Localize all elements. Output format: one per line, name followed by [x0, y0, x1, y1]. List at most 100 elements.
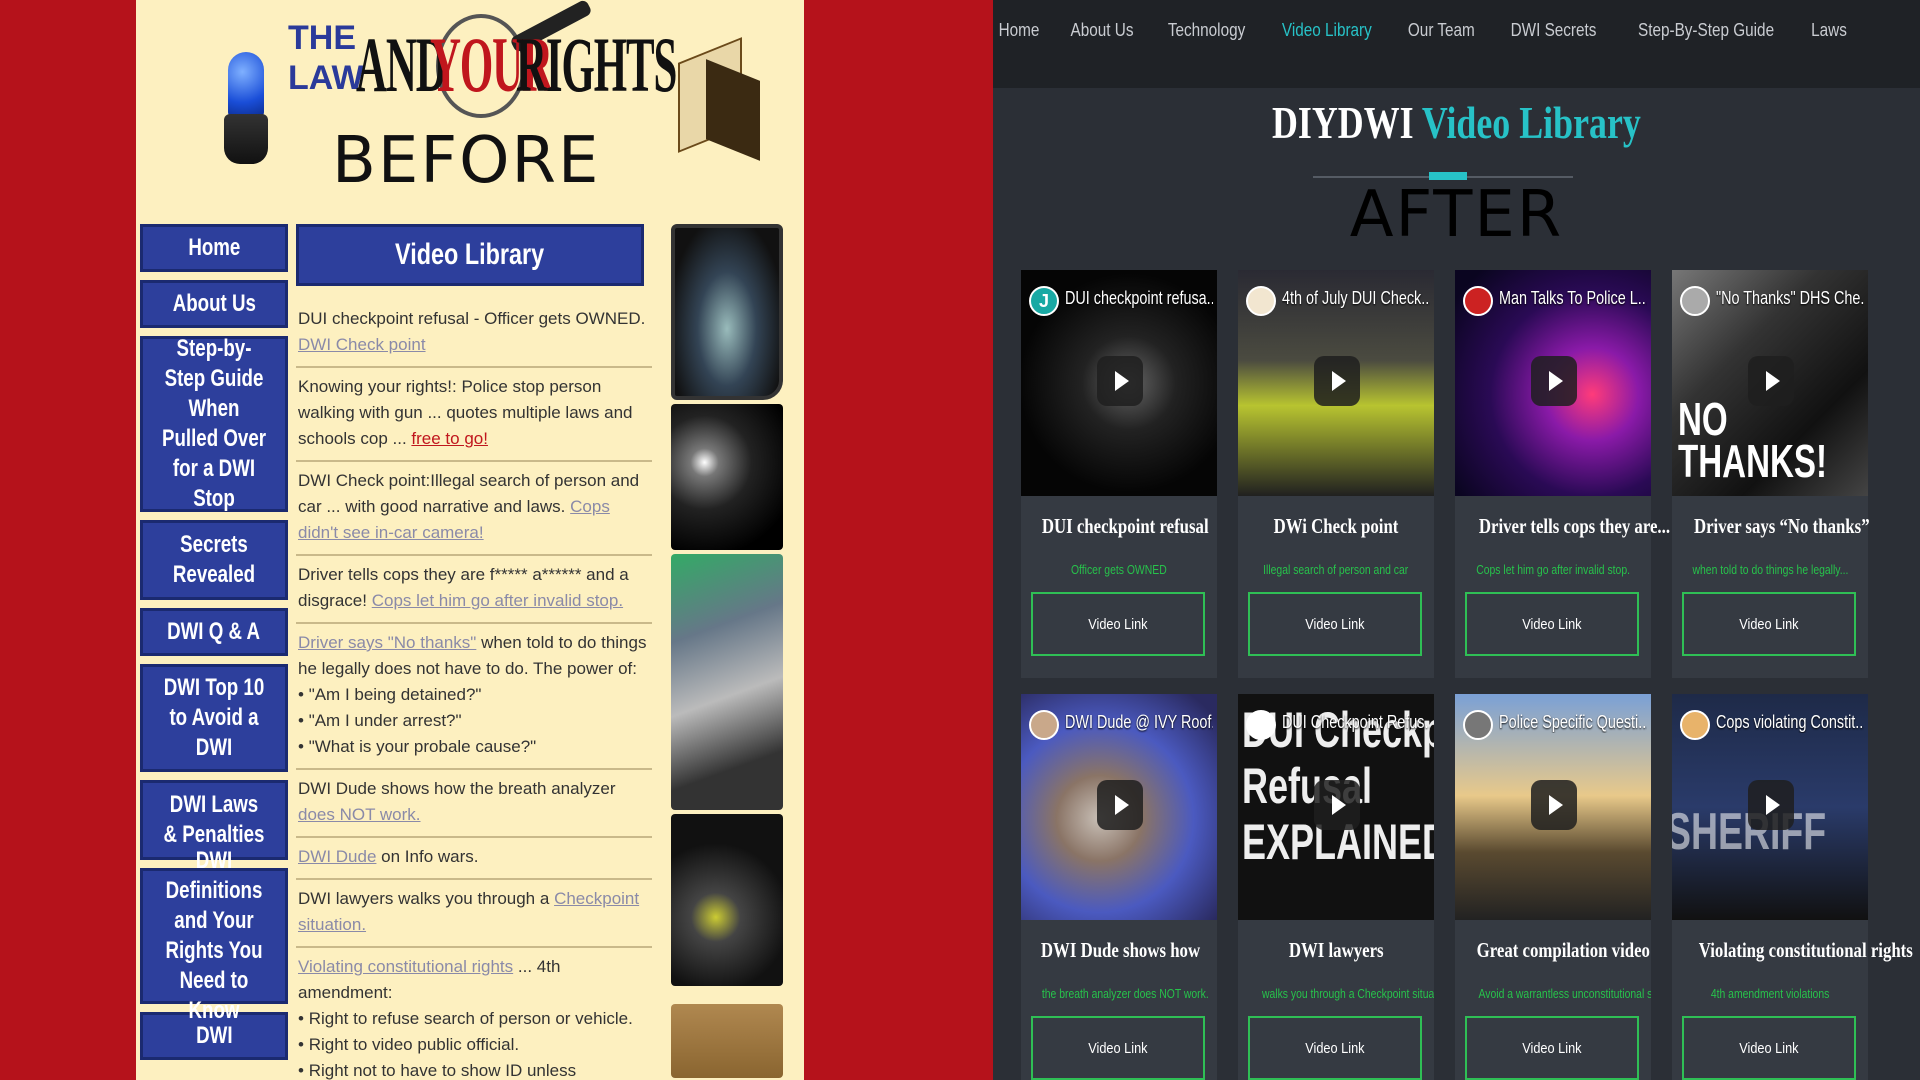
video-thumbnail[interactable]: 4th of July DUI Check...: [1238, 270, 1434, 496]
video-card: Police Specific Questi... Great compilat…: [1455, 694, 1651, 1080]
video-link[interactable]: DWI Dude: [298, 847, 376, 866]
card-title: Great compilation video: [1476, 938, 1650, 962]
page-title: DIYDWI Video Library: [1272, 97, 1641, 148]
channel-avatar: [1680, 286, 1710, 316]
nav-technology[interactable]: Technology: [1168, 20, 1245, 41]
channel-avatar: [1680, 710, 1710, 740]
play-icon[interactable]: [1531, 780, 1577, 830]
channel-avatar: [1246, 286, 1276, 316]
bullet-item: "Am I under arrest?": [298, 708, 650, 734]
video-link-button[interactable]: Video Link: [1465, 592, 1639, 656]
top-nav-bar: Home About Us Technology Video Library O…: [993, 0, 1920, 88]
play-icon[interactable]: [1748, 780, 1794, 830]
nav-our-team[interactable]: Our Team: [1408, 20, 1475, 41]
video-grid: J DUI checkpoint refusa... DUI checkpoin…: [1021, 270, 1913, 1080]
card-subtitle: Cops let him go after invalid stop.: [1476, 562, 1630, 577]
officers-photo: [671, 814, 783, 986]
top-nav: Home About Us Technology Video Library O…: [995, 20, 1850, 41]
video-link[interactable]: does NOT work.: [298, 805, 421, 824]
channel-avatar: J: [1029, 286, 1059, 316]
video-title: DWI Dude @ IVY Roof...: [1065, 712, 1213, 732]
channel-avatar: [1246, 710, 1276, 740]
video-card: "No Thanks" DHS Che... NO THANKS! Driver…: [1672, 270, 1870, 678]
video-card: DWI Dude @ IVY Roof... DWI Dude shows ho…: [1021, 694, 1217, 1080]
old-nav-definitions[interactable]: DWI Definitions and Your Rights You Need…: [140, 847, 288, 1024]
video-link-button[interactable]: Video Link: [1248, 1016, 1422, 1080]
nav-about-us[interactable]: About Us: [1071, 20, 1134, 41]
video-card: J DUI checkpoint refusa... DUI checkpoin…: [1021, 270, 1217, 678]
police-stop-photo: [671, 554, 783, 810]
bullet-item: Right not to have to show ID unless susp…: [298, 1058, 650, 1080]
video-thumbnail[interactable]: "No Thanks" DHS Che... NO THANKS!: [1672, 270, 1868, 496]
play-icon[interactable]: [1314, 356, 1360, 406]
video-thumbnail[interactable]: DUI Checkpoint Refusal EXPLAINED DUI Che…: [1238, 694, 1434, 920]
list-item: DWI Check point:Illegal search of person…: [296, 462, 652, 556]
card-title: Violating constitutional rights: [1698, 938, 1913, 962]
old-nav-about[interactable]: About Us: [140, 280, 288, 328]
list-item: DWI lawyers walks you through a Checkpoi…: [296, 880, 652, 948]
video-link-button[interactable]: Video Link: [1248, 592, 1422, 656]
video-link[interactable]: DWI Check point: [298, 335, 426, 354]
nav-video-library[interactable]: Video Library: [1282, 20, 1372, 41]
video-card: SHERIFF Cops violating Constit... Violat…: [1672, 694, 1913, 1080]
card-title: DWI Dude shows how: [1040, 938, 1201, 962]
video-title: 4th of July DUI Check...: [1282, 288, 1430, 308]
site-logo[interactable]: THE LAW AND YOUR RIGHTS: [288, 0, 677, 124]
nav-home[interactable]: Home: [999, 20, 1040, 41]
bullet-item: "What is your probale cause?": [298, 734, 650, 760]
old-photo-column: [671, 224, 783, 1080]
nav-laws[interactable]: Laws: [1811, 20, 1847, 41]
nav-dwi-secrets[interactable]: DWI Secrets: [1510, 20, 1596, 41]
video-link[interactable]: Violating constitutional rights: [298, 957, 513, 976]
video-link[interactable]: Cops let him go after invalid stop.: [372, 591, 623, 610]
play-icon[interactable]: [1097, 780, 1143, 830]
card-subtitle: Officer gets OWNED: [1071, 562, 1167, 577]
channel-avatar: [1029, 710, 1059, 740]
channel-avatar: [1463, 710, 1493, 740]
video-link-button[interactable]: Video Link: [1031, 1016, 1205, 1080]
video-thumbnail[interactable]: SHERIFF Cops violating Constit...: [1672, 694, 1868, 920]
card-title: DWI lawyers: [1288, 938, 1384, 962]
video-link-button[interactable]: Video Link: [1031, 592, 1205, 656]
old-nav-step-by-step[interactable]: Step-by-Step Guide When Pulled Over for …: [140, 335, 288, 512]
video-card: 4th of July DUI Check... DWi Check point…: [1238, 270, 1434, 678]
video-thumbnail[interactable]: Man Talks To Police L...: [1455, 270, 1651, 496]
video-link-button[interactable]: Video Link: [1682, 1016, 1856, 1080]
mirror-photo: [671, 224, 783, 400]
video-title: "No Thanks" DHS Che...: [1716, 288, 1864, 308]
video-title: Man Talks To Police L...: [1499, 288, 1647, 308]
police-beacon-icon: [224, 52, 268, 164]
list-item: Knowing your rights!: Police stop person…: [296, 368, 652, 462]
bullet-item: Right to video public official.: [298, 1032, 650, 1058]
card-subtitle: when told to do things he legally...: [1692, 562, 1848, 577]
old-nav-home[interactable]: Home: [140, 224, 288, 272]
nav-step-by-step[interactable]: Step-By-Step Guide: [1638, 20, 1774, 41]
video-title: DUI Checkpoint Refus...: [1282, 712, 1430, 732]
card-subtitle: Avoid a warrantless unconstitutional sto…: [1478, 986, 1651, 1001]
old-nav-top10[interactable]: DWI Top 10 to Avoid a DWI: [140, 664, 288, 772]
list-item: DWI Dude on Info wars.: [296, 838, 652, 880]
video-link[interactable]: Driver says "No thanks": [298, 633, 476, 652]
old-nav-qa[interactable]: DWI Q & A: [140, 608, 288, 656]
thumbnail-overlay-text: NO THANKS!: [1678, 393, 1828, 487]
video-thumbnail[interactable]: J DUI checkpoint refusa...: [1021, 270, 1217, 496]
headlights-photo: [671, 404, 783, 550]
play-icon[interactable]: [1097, 356, 1143, 406]
video-link-button[interactable]: Video Link: [1465, 1016, 1639, 1080]
card-title: Driver says “No thanks”: [1693, 514, 1870, 538]
bullet-item: "Am I being detained?": [298, 682, 650, 708]
old-nav-secrets[interactable]: Secrets Revealed: [140, 520, 288, 600]
video-link-button[interactable]: Video Link: [1682, 592, 1856, 656]
play-icon[interactable]: [1531, 356, 1577, 406]
after-panel: Home About Us Technology Video Library O…: [993, 0, 1920, 1080]
card-subtitle: the breath analyzer does NOT work.: [1041, 986, 1209, 1001]
play-icon[interactable]: [1314, 780, 1360, 830]
video-thumbnail[interactable]: DWI Dude @ IVY Roof...: [1021, 694, 1217, 920]
old-nav: Home About Us Step-by-Step Guide When Pu…: [140, 224, 288, 1068]
old-website: THE LAW AND YOUR RIGHTS BEFORE Home Abou…: [136, 0, 804, 1080]
before-label: BEFORE: [332, 124, 601, 198]
video-link[interactable]: free to go!: [411, 429, 488, 448]
before-panel: THE LAW AND YOUR RIGHTS BEFORE Home Abou…: [0, 0, 993, 1080]
video-thumbnail[interactable]: Police Specific Questi...: [1455, 694, 1651, 920]
list-item: Violating constitutional rights ... 4th …: [296, 948, 652, 1080]
